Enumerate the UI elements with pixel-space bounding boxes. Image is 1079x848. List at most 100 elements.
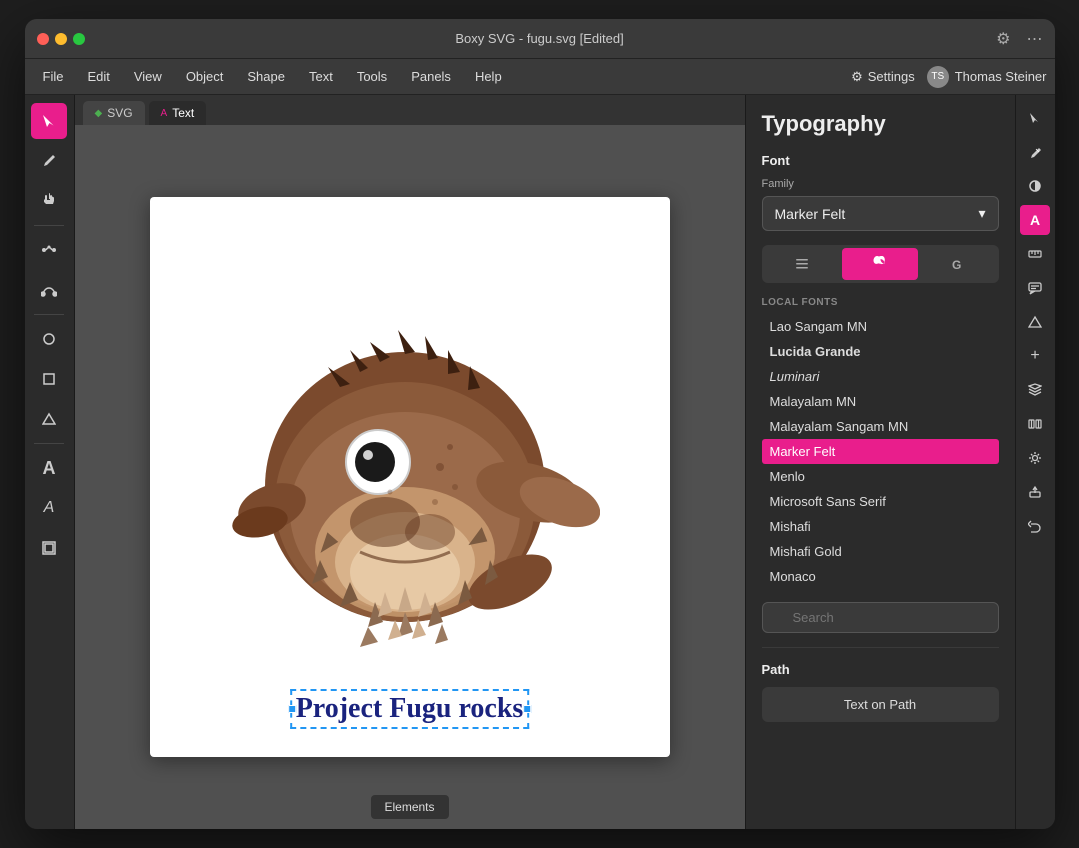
- font-list-container[interactable]: Lao Sangam MN Lucida Grande Luminari Mal…: [762, 314, 999, 594]
- tab-text[interactable]: A Text: [149, 101, 207, 125]
- svg-text:G: G: [952, 258, 961, 272]
- app-window: Boxy SVG - fugu.svg [Edited] ⚙ ⋯ File Ed…: [25, 19, 1055, 829]
- close-button[interactable]: [37, 33, 49, 45]
- settings-icon: ⚙: [851, 69, 863, 85]
- selected-family: Marker Felt: [775, 206, 846, 222]
- canvas-tabs: ◆ SVG A Text: [75, 95, 745, 125]
- user-name: Thomas Steiner: [955, 69, 1047, 84]
- family-label: Family: [762, 178, 999, 190]
- settings-label: Settings: [868, 69, 915, 84]
- font-source-list[interactable]: [765, 248, 841, 280]
- rtool-contrast[interactable]: [1020, 171, 1050, 201]
- puzzle-icon[interactable]: ⚙: [996, 29, 1010, 49]
- font-family-select[interactable]: Marker Felt ▾: [762, 196, 999, 231]
- text-style-tool[interactable]: A: [31, 490, 67, 526]
- canvas-area: ◆ SVG A Text: [75, 95, 745, 829]
- pen-tool[interactable]: [31, 143, 67, 179]
- triangle-tool[interactable]: [31, 401, 67, 437]
- font-item-marker-felt[interactable]: Marker Felt: [762, 439, 999, 464]
- canvas-white[interactable]: Project Fugu rocks: [150, 197, 670, 757]
- menu-edit[interactable]: Edit: [77, 65, 119, 88]
- font-source-google[interactable]: G: [920, 248, 996, 280]
- user-avatar: TS: [927, 66, 949, 88]
- font-item-monaco[interactable]: Monaco: [762, 564, 999, 589]
- left-toolbar: A A: [25, 95, 75, 829]
- window-title: Boxy SVG - fugu.svg [Edited]: [455, 31, 623, 46]
- rtool-ruler[interactable]: [1020, 239, 1050, 269]
- font-source-tabs: G: [762, 245, 999, 283]
- font-item-malayalam[interactable]: Malayalam MN: [762, 389, 999, 414]
- rtool-layers[interactable]: [1020, 375, 1050, 405]
- settings-button[interactable]: ⚙ Settings: [851, 69, 915, 85]
- path-section-title: Path: [762, 662, 999, 677]
- menubar: File Edit View Object Shape Text Tools P…: [25, 59, 1055, 95]
- more-icon[interactable]: ⋯: [1027, 29, 1043, 49]
- font-section-title: Font: [762, 153, 999, 168]
- maximize-button[interactable]: [73, 33, 85, 45]
- fugu-image: [220, 262, 600, 692]
- hand-tool[interactable]: [31, 183, 67, 219]
- text-on-path-button[interactable]: Text on Path: [762, 687, 999, 722]
- menu-text[interactable]: Text: [299, 65, 343, 88]
- canvas-content[interactable]: Project Fugu rocks Elements: [75, 125, 745, 829]
- rtool-triangle[interactable]: [1020, 307, 1050, 337]
- rect-tool[interactable]: [31, 361, 67, 397]
- local-fonts-header: LOCAL FONTS: [762, 293, 999, 312]
- font-item-luminari[interactable]: Luminari: [762, 364, 999, 389]
- menu-help[interactable]: Help: [465, 65, 512, 88]
- elements-button[interactable]: Elements: [370, 795, 448, 819]
- rtool-library[interactable]: [1020, 409, 1050, 439]
- font-item-mishafi-gold[interactable]: Mishafi Gold: [762, 539, 999, 564]
- font-source-apple[interactable]: [842, 248, 918, 280]
- ellipse-tool[interactable]: [31, 321, 67, 357]
- font-item-malayalam-sangam[interactable]: Malayalam Sangam MN: [762, 414, 999, 439]
- menubar-right: ⚙ Settings TS Thomas Steiner: [851, 66, 1046, 88]
- nodes-tool[interactable]: [31, 232, 67, 268]
- rtool-typography[interactable]: A: [1020, 205, 1050, 235]
- right-icon-toolbar: A: [1015, 95, 1055, 829]
- minimize-button[interactable]: [55, 33, 67, 45]
- menu-object[interactable]: Object: [176, 65, 234, 88]
- rtool-plus[interactable]: +: [1020, 341, 1050, 371]
- menu-file[interactable]: File: [33, 65, 74, 88]
- text-handle-right[interactable]: [523, 705, 531, 713]
- panel-content: Typography Font Family Marker Felt ▾: [746, 95, 1015, 829]
- menu-view[interactable]: View: [124, 65, 172, 88]
- tab-svg[interactable]: ◆ SVG: [83, 101, 145, 125]
- font-item-menlo[interactable]: Menlo: [762, 464, 999, 489]
- rtool-cursor[interactable]: [1020, 103, 1050, 133]
- text-tool[interactable]: A: [31, 450, 67, 486]
- user-button[interactable]: TS Thomas Steiner: [927, 66, 1047, 88]
- text-element[interactable]: Project Fugu rocks: [292, 691, 528, 727]
- frame-tool[interactable]: [31, 530, 67, 566]
- right-panel: Typography Font Family Marker Felt ▾: [745, 95, 1015, 829]
- menu-tools[interactable]: Tools: [347, 65, 397, 88]
- menu-shape[interactable]: Shape: [237, 65, 295, 88]
- tab-text-label: Text: [172, 106, 194, 120]
- separator-2: [34, 314, 64, 315]
- separator-3: [34, 443, 64, 444]
- text-tab-icon: A: [161, 108, 168, 119]
- font-item-lucida[interactable]: Lucida Grande: [762, 339, 999, 364]
- rtool-undo[interactable]: [1020, 511, 1050, 541]
- divider: [762, 647, 999, 648]
- font-item-microsoft-sans[interactable]: Microsoft Sans Serif: [762, 489, 999, 514]
- traffic-lights: [37, 33, 85, 45]
- rtool-pen[interactable]: [1020, 137, 1050, 167]
- bezier-tool[interactable]: [31, 272, 67, 308]
- tab-svg-label: SVG: [107, 106, 132, 120]
- separator-1: [34, 225, 64, 226]
- text-handle-left[interactable]: [288, 705, 296, 713]
- font-item-mishafi[interactable]: Mishafi: [762, 514, 999, 539]
- rtool-gear[interactable]: [1020, 443, 1050, 473]
- font-search-input[interactable]: [762, 602, 999, 633]
- panel-title: Typography: [762, 111, 999, 137]
- rtool-export[interactable]: [1020, 477, 1050, 507]
- search-wrapper: 🔍: [762, 602, 999, 633]
- rtool-comment[interactable]: [1020, 273, 1050, 303]
- menu-panels[interactable]: Panels: [401, 65, 461, 88]
- font-item-lao-sangam[interactable]: Lao Sangam MN: [762, 314, 999, 339]
- svg-icon: ◆: [95, 108, 103, 119]
- select-tool[interactable]: [31, 103, 67, 139]
- text-content: Project Fugu rocks: [296, 693, 524, 724]
